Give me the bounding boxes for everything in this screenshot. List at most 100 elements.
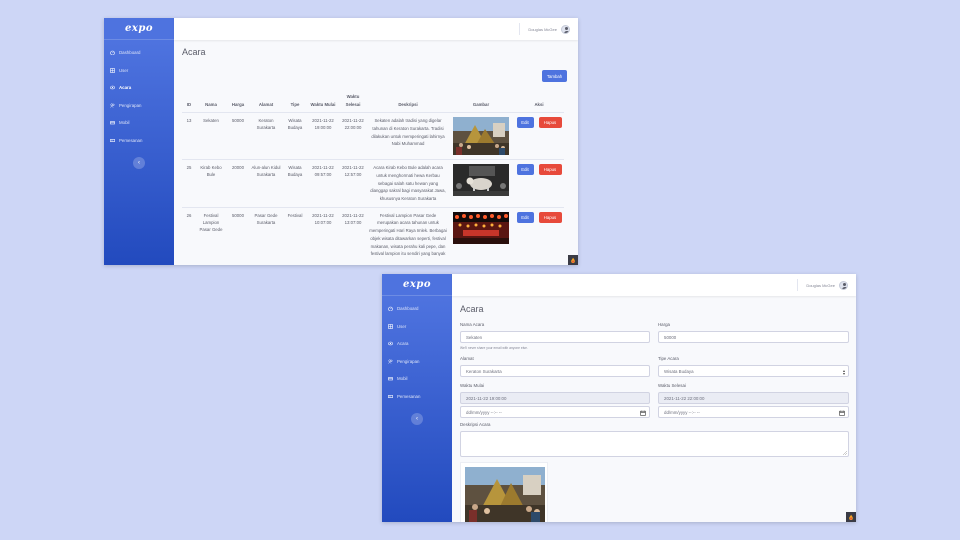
avatar[interactable]: [561, 24, 570, 34]
sidebar-item-user[interactable]: User: [382, 318, 452, 336]
cell-aksi: Edit Hapus: [514, 206, 564, 262]
cell-deskripsi: Sekaten adalah tradisi yang digelar tahu…: [368, 112, 448, 160]
sidebar-item-mobil[interactable]: Mobil: [382, 370, 452, 388]
ticket-icon: [109, 138, 115, 143]
acara-form-window: expo Dashboard User Acara Pengirapan Mob…: [382, 274, 856, 522]
col-nama: Nama: [196, 91, 226, 114]
cell-id: 25: [182, 159, 196, 208]
chevron-left-icon: ‹: [416, 416, 418, 422]
users-icon: [109, 103, 115, 108]
deskripsi-label: Deskripsi Acara: [460, 422, 491, 427]
page-title: Acara: [460, 304, 484, 314]
mulai-datetime-input[interactable]: dd/mm/yyyy --:-- --: [460, 406, 650, 418]
brand-logo[interactable]: expo: [104, 18, 174, 40]
delete-button[interactable]: Hapus: [538, 164, 562, 176]
main-content: Acara Tambah ID Nama Harga Alamat Tipe W…: [174, 40, 578, 265]
col-gambar: Gambar: [448, 91, 514, 114]
cell-id: 13: [182, 112, 196, 160]
cell-aksi: Edit Hapus: [514, 159, 564, 208]
sidebar-item-pengirapan[interactable]: Pengirapan: [104, 97, 174, 115]
sidebar-toggle-button[interactable]: ‹: [411, 413, 423, 425]
cell-mulai: 2021-11-22 19:00:00: [308, 112, 338, 160]
col-harga: Harga: [226, 91, 250, 114]
topbar-divider: [797, 279, 799, 291]
col-deskripsi: Deskripsi: [368, 91, 448, 114]
col-tipe: Tipe: [282, 91, 308, 114]
table-row: 26 Festival Lampion Pasar Gede 50000 Pas…: [182, 206, 564, 262]
cell-harga: 50000: [226, 206, 250, 262]
mulai-current-value: 2021-11-22 19:00:00: [460, 392, 650, 404]
acara-table: ID Nama Harga Alamat Tipe Waktu Mulai Wa…: [182, 91, 564, 262]
alamat-input[interactable]: Keraton Surakarta: [460, 365, 650, 377]
deskripsi-textarea[interactable]: [460, 431, 849, 457]
edit-button[interactable]: Edit: [516, 117, 534, 129]
nama-help-text: We'll never share your email with anyone…: [460, 346, 528, 350]
edit-button[interactable]: Edit: [516, 211, 534, 223]
sidebar-item-mobil[interactable]: Mobil: [104, 114, 174, 132]
col-waktu-selesai: Waktu Selesai: [338, 91, 368, 114]
brand-logo[interactable]: expo: [382, 274, 452, 296]
nama-label: Nama Acara: [460, 322, 485, 327]
cell-harga: 20000: [226, 159, 250, 208]
user-icon: [109, 67, 115, 73]
user-name[interactable]: Douglas McGee: [528, 27, 557, 32]
dashboard-icon: [387, 306, 393, 312]
main-content: Acara Nama Acara Sekaten We'll never sha…: [452, 296, 856, 522]
cell-alamat: Keraton Surakarta: [250, 112, 282, 160]
table-row: 13 Sekaten 50000 Keraton Surakarta Wisat…: [182, 112, 564, 160]
delete-button[interactable]: Hapus: [538, 117, 562, 129]
sidebar-nav: Dashboard User Acara Pengirapan Mobil Pe…: [382, 296, 452, 405]
fire-icon[interactable]: [846, 512, 856, 522]
car-icon: [387, 376, 393, 381]
nama-input[interactable]: Sekaten: [460, 331, 650, 343]
cell-nama: Festival Lampion Pasar Gede: [196, 206, 226, 262]
sidebar-item-acara[interactable]: Acara: [382, 335, 452, 353]
cell-deskripsi: Acara Kirab Kebo Bule adalah acara untuk…: [368, 159, 448, 208]
add-button[interactable]: Tambah: [542, 70, 567, 82]
harga-input[interactable]: 50000: [658, 331, 849, 343]
selesai-datetime-input[interactable]: dd/mm/yyyy --:-- --: [658, 406, 849, 418]
tipe-label: Tipe Acara: [658, 356, 679, 361]
topbar-divider: [519, 23, 521, 35]
page-title: Acara: [182, 47, 206, 57]
cell-selesai: 2021-11-22 12:57:00: [338, 159, 368, 208]
col-id: ID: [182, 91, 196, 114]
cell-alamat: Alun-alun Kidul Surakarta: [250, 159, 282, 208]
avatar[interactable]: [839, 280, 848, 290]
cell-aksi: Edit Hapus: [514, 112, 564, 160]
sidebar-item-dashboard[interactable]: Dashboard: [382, 300, 452, 318]
sidebar-item-acara[interactable]: Acara: [104, 79, 174, 97]
calendar-picker-icon[interactable]: [640, 410, 646, 416]
topbar: Douglas McGee: [452, 274, 856, 296]
cell-selesai: 2021-11-22 22:00:00: [338, 112, 368, 160]
cell-mulai: 2021-11-22 10:07:00: [308, 206, 338, 262]
cell-deskripsi: Festival Lampion Pasar Gede merupakan ac…: [368, 206, 448, 262]
image-preview: [460, 462, 548, 522]
cell-gambar: [448, 112, 514, 160]
table-header-row: ID Nama Harga Alamat Tipe Waktu Mulai Wa…: [182, 91, 564, 114]
calendar-icon: [109, 85, 115, 90]
topbar: Douglas McGee: [174, 18, 578, 40]
selesai-label: Waktu Selesai: [658, 383, 686, 388]
sidebar-item-dashboard[interactable]: Dashboard: [104, 44, 174, 62]
cell-tipe: Wisata Budaya: [282, 159, 308, 208]
tipe-select[interactable]: Wisata Budaya ▴ ▾: [658, 365, 849, 377]
sidebar-item-pengirapan[interactable]: Pengirapan: [382, 353, 452, 371]
calendar-picker-icon[interactable]: [839, 410, 845, 416]
edit-button[interactable]: Edit: [516, 164, 534, 176]
sidebar: expo Dashboard User Acara Pengirapan Mob…: [382, 274, 452, 522]
sidebar-item-pemesanan[interactable]: Pemesanan: [104, 132, 174, 150]
cell-gambar: [448, 206, 514, 262]
mulai-label: Waktu Mulai: [460, 383, 484, 388]
col-aksi: Aksi: [514, 91, 564, 114]
resize-grip-icon[interactable]: [843, 451, 847, 455]
sidebar-item-user[interactable]: User: [104, 62, 174, 80]
sidebar-toggle-button[interactable]: ‹: [133, 157, 145, 169]
sidebar-item-pemesanan[interactable]: Pemesanan: [382, 388, 452, 406]
delete-button[interactable]: Hapus: [538, 211, 562, 223]
dashboard-icon: [109, 50, 115, 56]
fire-icon[interactable]: [568, 255, 578, 265]
cell-nama: Sekaten: [196, 112, 226, 160]
user-name[interactable]: Douglas McGee: [806, 283, 835, 288]
harga-label: Harga: [658, 322, 670, 327]
